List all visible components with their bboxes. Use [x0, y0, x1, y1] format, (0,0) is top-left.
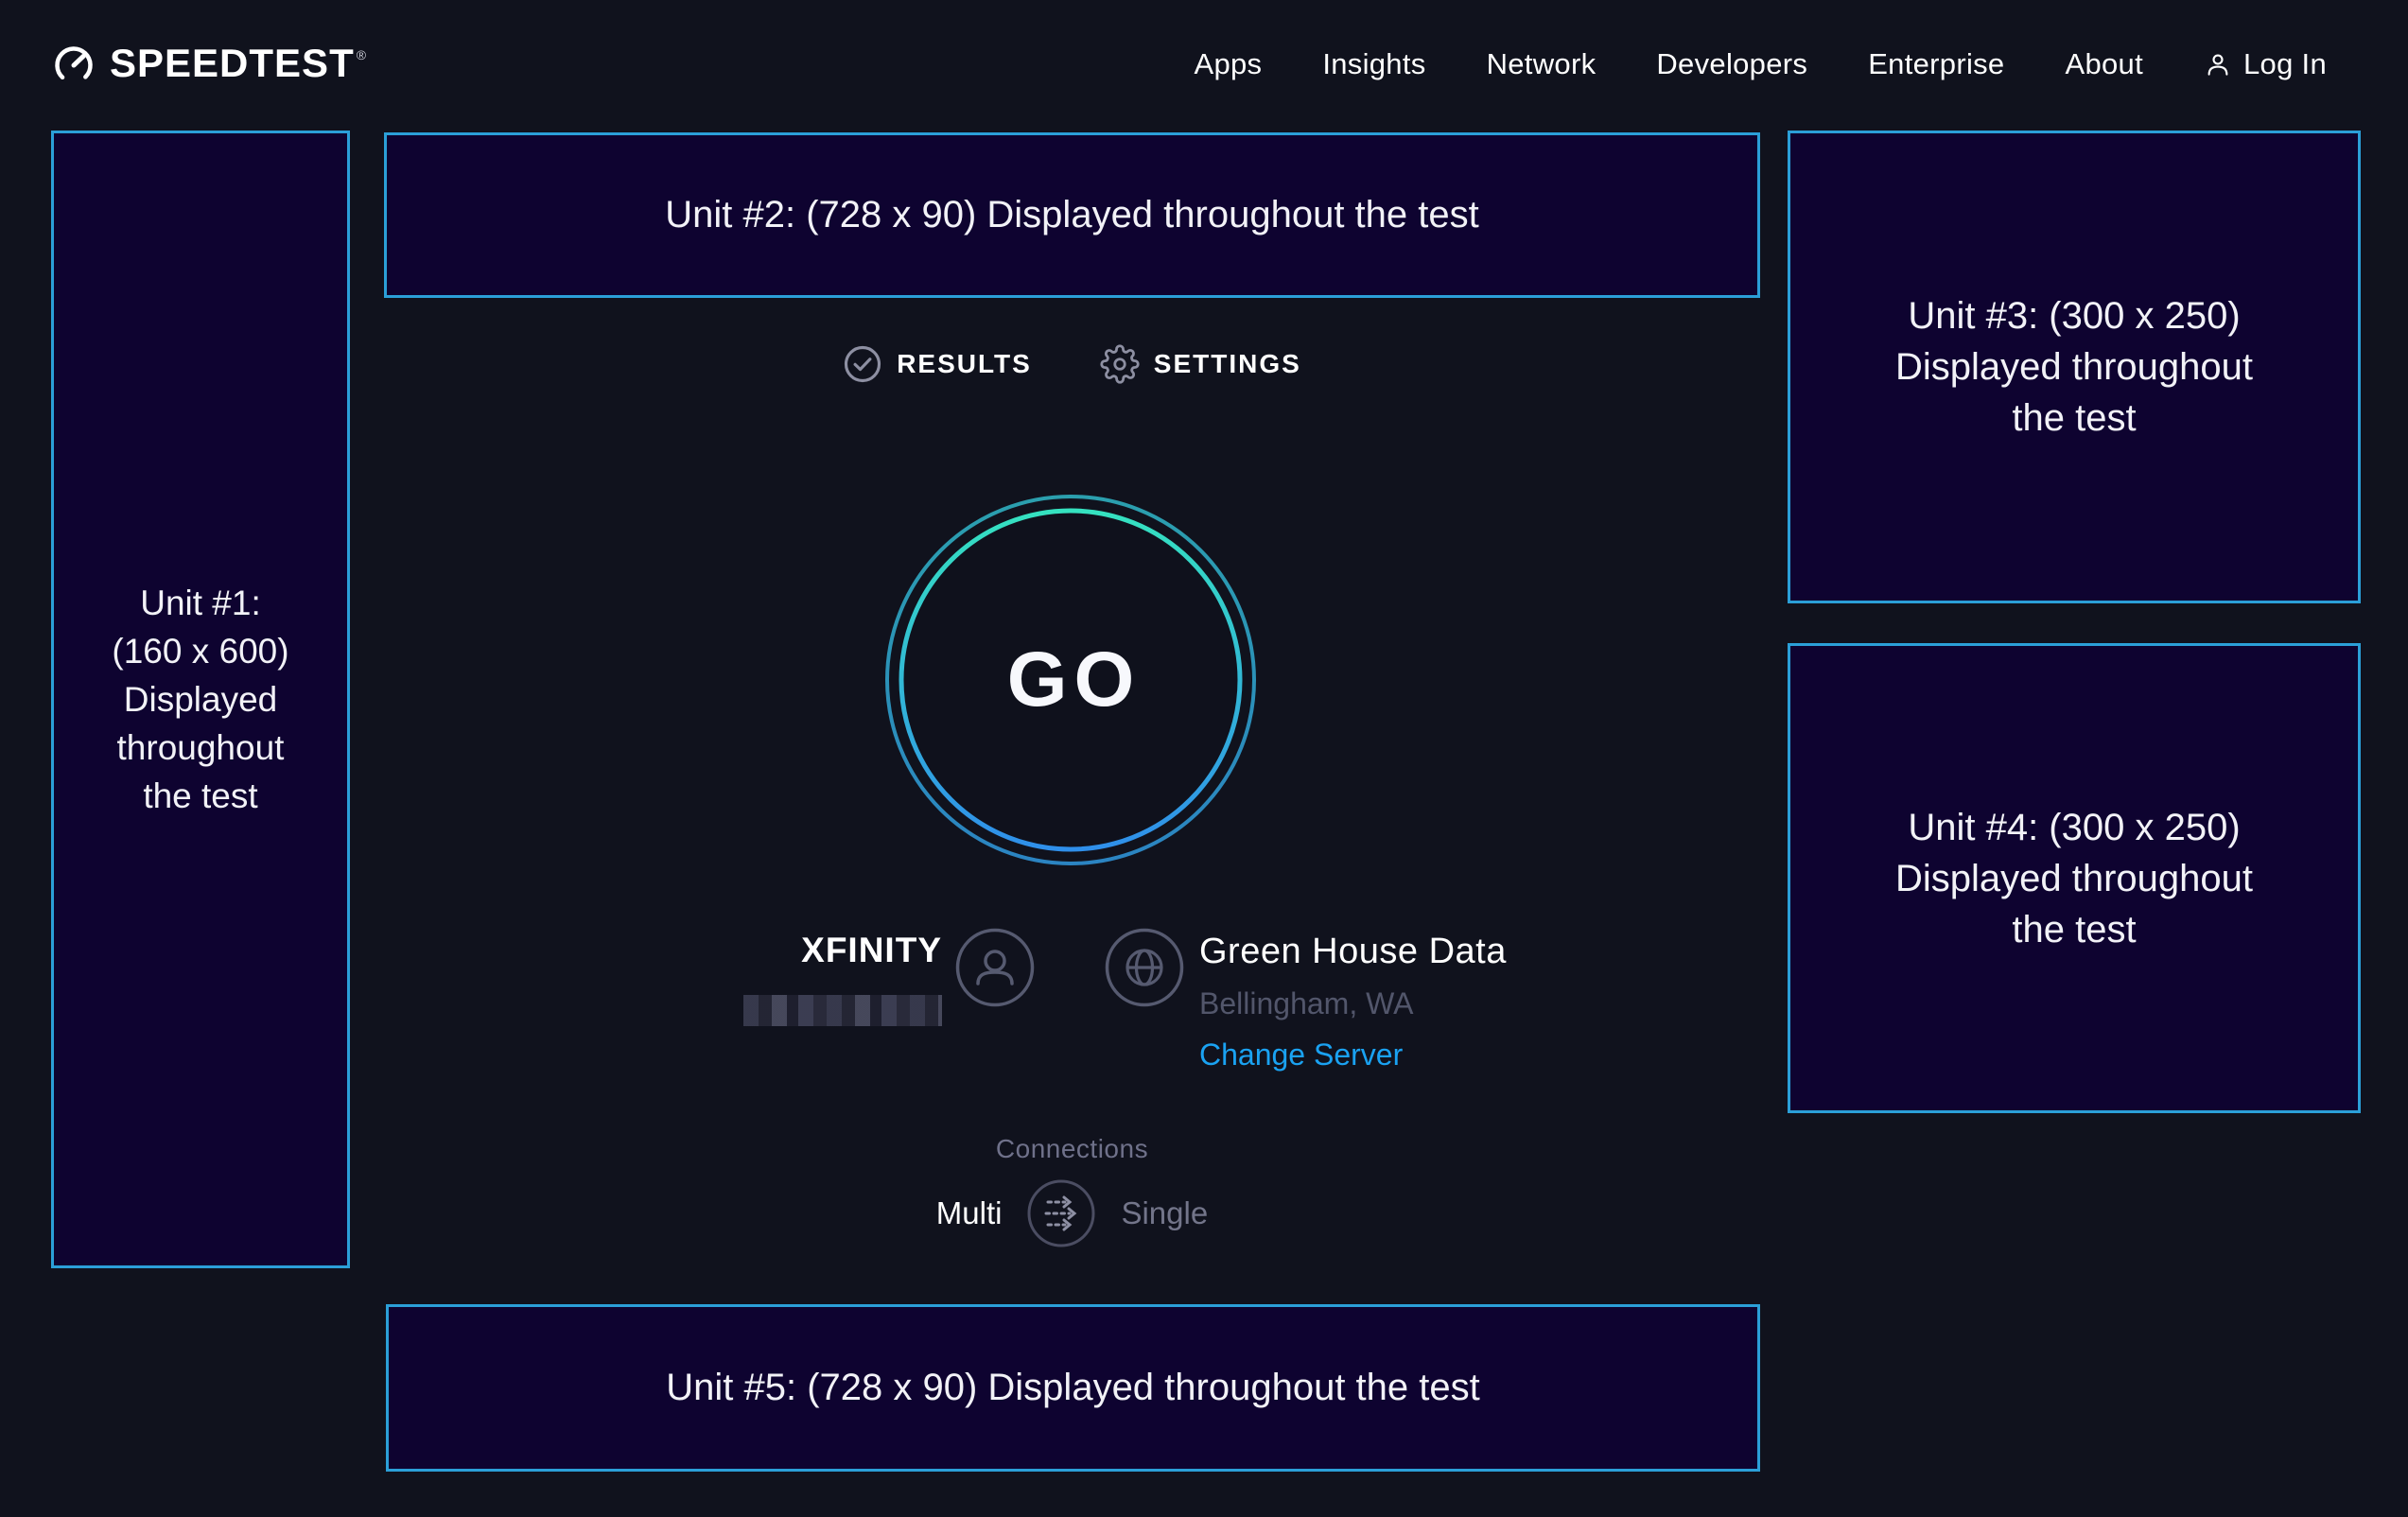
server-location: Bellingham, WA — [1199, 986, 1413, 1021]
tab-settings[interactable]: SETTINGS — [1100, 344, 1301, 384]
user-icon — [2204, 50, 2232, 78]
ad-line: the test — [1895, 904, 2253, 955]
speedtest-logo[interactable]: SPEEDTEST® — [52, 42, 366, 87]
connections-toggle-icon[interactable] — [1026, 1178, 1096, 1248]
ad-unit-3-text: Unit #3: (300 x 250) Displayed throughou… — [1895, 290, 2253, 444]
ad-line: Unit #3: (300 x 250) — [1895, 290, 2253, 341]
results-settings-tabs: RESULTS SETTINGS — [384, 329, 1760, 399]
ad-unit-5-text: Unit #5: (728 x 90) Displayed throughout… — [666, 1367, 1480, 1409]
ad-line: throughout — [112, 724, 288, 772]
isp-name: XFINITY — [567, 931, 942, 970]
go-label: GO — [884, 494, 1257, 866]
gear-icon — [1100, 344, 1140, 384]
ad-unit-3[interactable]: Unit #3: (300 x 250) Displayed throughou… — [1788, 131, 2361, 603]
speedometer-icon — [52, 44, 96, 87]
ad-unit-2-text: Unit #2: (728 x 90) Displayed throughout… — [665, 194, 1479, 236]
ad-unit-1-text: Unit #1: (160 x 600) Displayed throughou… — [112, 579, 288, 820]
ad-line: Unit #4: (300 x 250) — [1895, 802, 2253, 853]
ad-line: (160 x 600) — [112, 627, 288, 675]
nav-item-insights[interactable]: Insights — [1322, 47, 1425, 81]
top-nav-bar: SPEEDTEST® Apps Insights Network Develop… — [52, 0, 2327, 129]
ad-line: Unit #1: — [112, 579, 288, 627]
go-button[interactable]: GO — [884, 494, 1257, 866]
ad-unit-4-text: Unit #4: (300 x 250) Displayed throughou… — [1895, 802, 2253, 955]
ad-line: Displayed — [112, 675, 288, 724]
nav-item-apps[interactable]: Apps — [1194, 47, 1262, 81]
ad-unit-1[interactable]: Unit #1: (160 x 600) Displayed throughou… — [51, 131, 350, 1268]
nav-item-network[interactable]: Network — [1487, 47, 1597, 81]
login-button[interactable]: Log In — [2204, 47, 2327, 81]
tab-results[interactable]: RESULTS — [843, 344, 1032, 384]
login-label: Log In — [2243, 47, 2327, 81]
nav-item-about[interactable]: About — [2065, 47, 2143, 81]
nav-item-enterprise[interactable]: Enterprise — [1868, 47, 2004, 81]
ad-line: the test — [1895, 392, 2253, 444]
censored-ip-address — [743, 995, 942, 1026]
brand-trademark: ® — [357, 47, 366, 62]
brand-text: SPEEDTEST® — [110, 42, 366, 85]
ad-line: Displayed throughout — [1895, 853, 2253, 904]
server-name: Green House Data — [1199, 932, 1507, 972]
ad-line: Displayed throughout — [1895, 341, 2253, 392]
tab-settings-label: SETTINGS — [1154, 349, 1301, 379]
connections-single-option[interactable]: Single — [1121, 1195, 1208, 1231]
main-nav: Apps Insights Network Developers Enterpr… — [1194, 47, 2327, 81]
connections-toggle-row: Multi Single — [384, 1173, 1760, 1254]
ad-unit-2[interactable]: Unit #2: (728 x 90) Displayed throughout… — [384, 132, 1760, 298]
ad-line: the test — [112, 772, 288, 820]
check-circle-icon — [843, 344, 882, 384]
isp-avatar-icon — [955, 928, 1035, 1007]
nav-item-developers[interactable]: Developers — [1656, 47, 1807, 81]
brand-name: SPEEDTEST — [110, 41, 355, 85]
speedtest-page: SPEEDTEST® Apps Insights Network Develop… — [0, 0, 2408, 1517]
change-server-link[interactable]: Change Server — [1199, 1037, 1403, 1072]
connections-label: Connections — [384, 1134, 1760, 1164]
connections-multi-option[interactable]: Multi — [936, 1195, 1003, 1231]
ad-unit-4[interactable]: Unit #4: (300 x 250) Displayed throughou… — [1788, 643, 2361, 1113]
ad-unit-5[interactable]: Unit #5: (728 x 90) Displayed throughout… — [386, 1304, 1760, 1472]
server-globe-icon — [1105, 928, 1184, 1007]
tab-results-label: RESULTS — [897, 349, 1032, 379]
